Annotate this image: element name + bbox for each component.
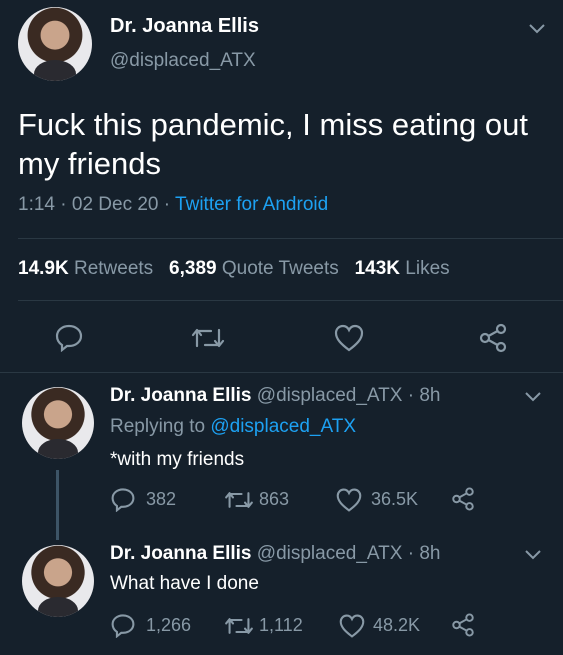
likes-count: 143K — [354, 258, 401, 279]
author-name[interactable]: Dr. Joanna Ellis — [110, 543, 252, 564]
likes-stat[interactable]: 143K Likes — [355, 258, 450, 279]
share-icon[interactable] — [450, 612, 476, 638]
thread-line — [56, 470, 59, 540]
quote-count: 6,389 — [169, 258, 217, 279]
chevron-down-icon[interactable] — [528, 22, 546, 34]
avatar[interactable] — [22, 545, 94, 617]
author-name[interactable]: Dr. Joanna Ellis — [110, 15, 259, 38]
chevron-down-icon[interactable] — [524, 548, 542, 560]
tweet-text-line: my friends — [18, 146, 161, 181]
replying-prefix: Replying to — [110, 416, 206, 437]
tweet-date[interactable]: 02 Dec 20 — [72, 194, 159, 215]
reply-icon[interactable] — [110, 612, 136, 638]
tweet-time: 1:14 — [18, 194, 55, 215]
separator: · — [163, 194, 171, 215]
reply-count: 382 — [146, 489, 177, 509]
divider — [18, 238, 563, 239]
like-icon[interactable] — [335, 487, 363, 513]
share-icon[interactable] — [477, 322, 509, 354]
retweets-label: Retweets — [73, 258, 154, 279]
like-count: 48.2K — [373, 615, 421, 635]
retweet-icon[interactable] — [191, 324, 225, 352]
retweet-icon[interactable] — [224, 488, 254, 512]
tweet-stats: 14.9K Retweets 6,389 Quote Tweets 143K L… — [18, 258, 450, 280]
like-icon[interactable] — [333, 323, 365, 353]
quote-tweets-stat[interactable]: 6,389 Quote Tweets — [169, 258, 344, 279]
author-meta: @displaced_ATX · 8h — [256, 543, 441, 564]
reply-header: Dr. Joanna Ellis @displaced_ATX · 8h — [110, 543, 440, 565]
replying-to: Replying to @displaced_ATX — [110, 416, 356, 438]
retweets-count: 14.9K — [18, 258, 69, 279]
reply-count: 1,266 — [146, 615, 192, 635]
reply-icon[interactable] — [54, 322, 84, 352]
divider — [18, 300, 563, 301]
author-meta: @displaced_ATX · 8h — [256, 385, 441, 406]
like-icon[interactable] — [338, 613, 366, 639]
reply-header: Dr. Joanna Ellis @displaced_ATX · 8h — [110, 385, 440, 407]
likes-label: Likes — [405, 258, 450, 279]
reply-icon[interactable] — [110, 486, 136, 512]
reply-text: *with my friends — [110, 449, 245, 470]
chevron-down-icon[interactable] — [524, 390, 542, 402]
tweet-metadata: 1:14 · 02 Dec 20 · Twitter for Android — [18, 194, 328, 216]
divider — [0, 372, 563, 373]
reply-text: What have I done — [110, 573, 259, 594]
tweet-client-link[interactable]: Twitter for Android — [175, 194, 328, 215]
share-icon[interactable] — [450, 486, 476, 512]
replying-handle-link[interactable]: @displaced_ATX — [210, 416, 356, 437]
author-handle[interactable]: @displaced_ATX — [110, 50, 256, 72]
retweet-icon[interactable] — [224, 614, 254, 638]
retweet-count: 863 — [259, 489, 290, 509]
retweets-stat[interactable]: 14.9K Retweets — [18, 258, 158, 279]
author-name[interactable]: Dr. Joanna Ellis — [110, 385, 252, 406]
retweet-count: 1,112 — [259, 615, 303, 635]
like-count: 36.5K — [371, 489, 419, 509]
separator: · — [60, 194, 67, 215]
tweet-text-line: Fuck this pandemic, I miss eating out — [18, 107, 529, 142]
avatar[interactable] — [18, 7, 92, 81]
avatar[interactable] — [22, 387, 94, 459]
quote-label: Quote Tweets — [221, 258, 339, 279]
